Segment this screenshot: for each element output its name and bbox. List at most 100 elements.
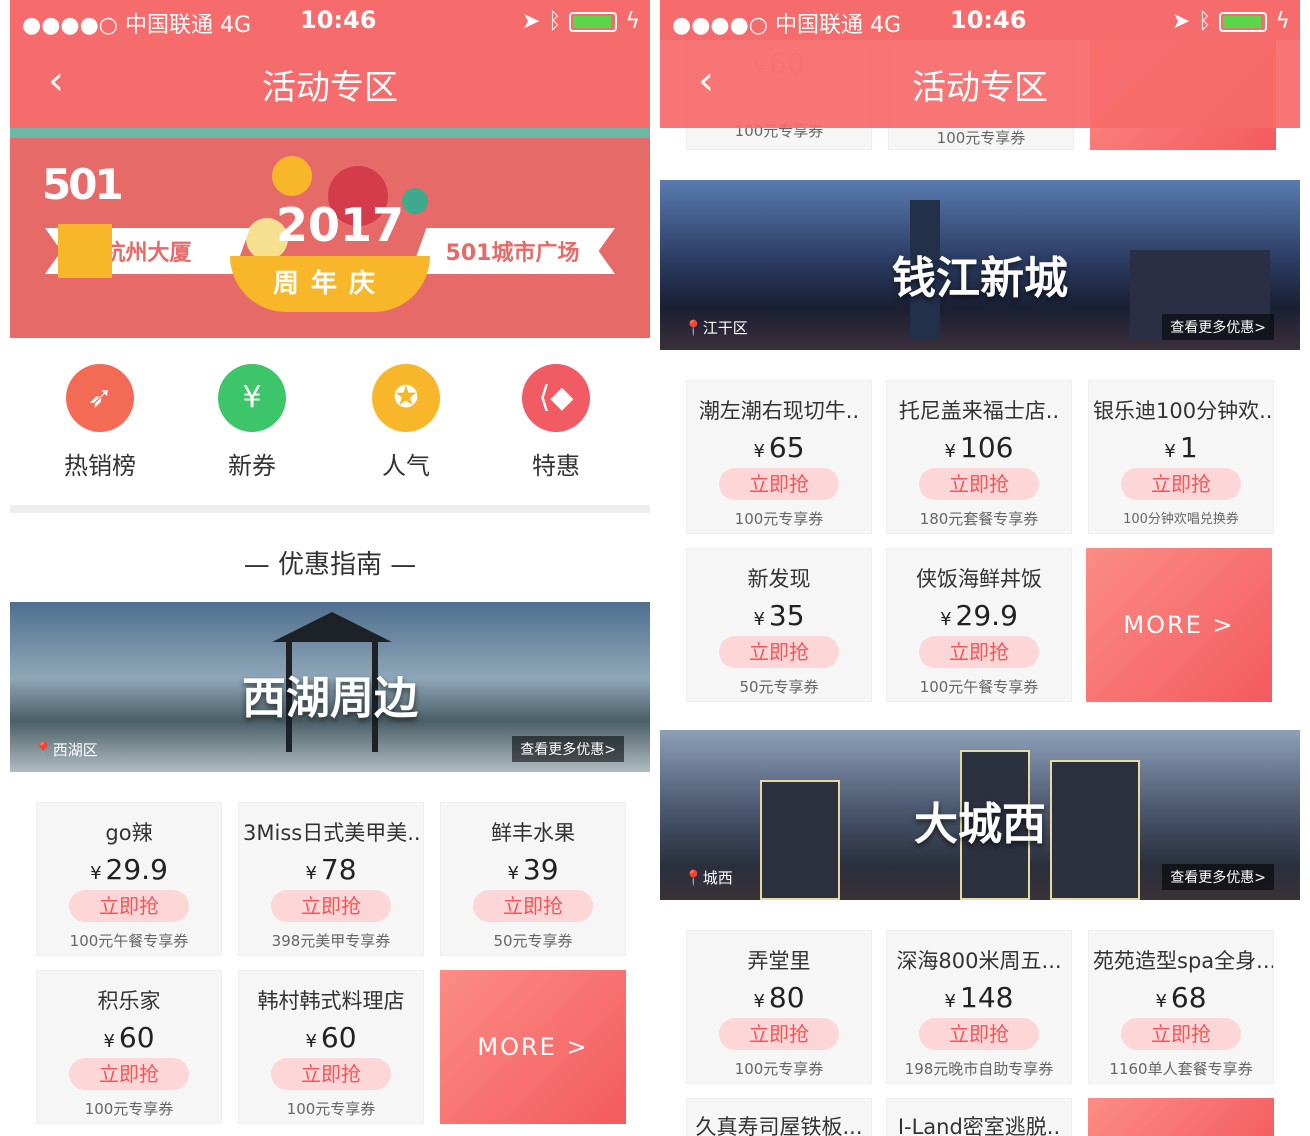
deal-desc: 100元午餐专享券 <box>919 678 1039 696</box>
more-deals-link[interactable]: 查看更多优惠> <box>1162 864 1274 890</box>
grab-button[interactable]: 立即抢 <box>473 890 593 922</box>
price-value: 65 <box>768 431 805 464</box>
grab-button[interactable]: 立即抢 <box>719 636 839 668</box>
deal-card[interactable]: I-Land密室逃脱.. <box>886 1098 1072 1136</box>
more-deals-link[interactable]: 查看更多优惠> <box>512 736 624 762</box>
anniversary-banner[interactable]: 501 杭州大厦 501城市广场 2017 周年庆 <box>10 138 650 338</box>
area-name: 钱江新城 <box>892 253 1068 304</box>
deal-price: ¥60 <box>37 1021 221 1054</box>
deal-price: ¥80 <box>687 981 871 1014</box>
deal-name: I-Land密室逃脱.. <box>897 1115 1061 1136</box>
grab-button[interactable]: 立即抢 <box>271 890 391 922</box>
carrier-text: ●●●●○ 中国联通 4G <box>22 13 252 38</box>
deal-name: 侠饭海鲜丼饭 <box>916 567 1042 591</box>
deal-desc: 50元专享券 <box>493 932 573 950</box>
category-popular[interactable]: ✪ 人气 <box>346 364 466 481</box>
more-button[interactable] <box>1088 1098 1274 1136</box>
deal-card[interactable]: 鲜丰水果 ¥39 立即抢 50元专享券 <box>440 802 626 956</box>
category-hot[interactable]: ➶ 热销榜 <box>40 364 160 481</box>
price-value: 78 <box>320 853 357 886</box>
deal-name: 深海800米周五... <box>896 949 1062 973</box>
grab-button[interactable]: 立即抢 <box>919 636 1039 668</box>
deal-price: ¥39 <box>441 853 625 886</box>
ribbon-right: 501城市广场 <box>410 228 615 274</box>
deal-price: ¥1 <box>1089 431 1273 464</box>
more-deals-link[interactable]: 查看更多优惠> <box>1162 314 1274 340</box>
deal-name: 苑苑造型spa全身... <box>1093 949 1273 973</box>
currency-symbol: ¥ <box>305 1031 317 1052</box>
deal-card[interactable]: 深海800米周五... ¥148 立即抢 198元晚市自助专享券 <box>886 930 1072 1084</box>
clock: 10:46 <box>300 6 377 34</box>
deal-card[interactable]: 弄堂里 ¥80 立即抢 100元专享券 <box>686 930 872 1084</box>
area-banner-westlake[interactable]: 西湖周边 📍西湖区 查看更多优惠> <box>10 602 650 772</box>
area-location: 📍江干区 <box>684 317 748 338</box>
grab-button[interactable]: 立即抢 <box>719 468 839 500</box>
deal-desc: 50元专享券 <box>739 678 819 696</box>
deal-card[interactable]: 韩村韩式料理店 ¥60 立即抢 100元专享券 <box>238 970 424 1124</box>
bluetooth-icon: ᛒ <box>548 9 562 34</box>
status-bar: ●●●●○ 中国联通 4G 10:46 ➤ ᛒ ϟ <box>10 0 650 40</box>
charging-icon: ϟ <box>1275 9 1290 34</box>
deal-price: ¥29.9 <box>887 599 1071 632</box>
area-banner-qianjiang[interactable]: 钱江新城 📍江干区 查看更多优惠> <box>660 180 1300 350</box>
price-value: 80 <box>768 981 805 1014</box>
more-button[interactable]: MORE > <box>440 970 626 1124</box>
nav-bar: ‹ 活动专区 <box>660 40 1300 128</box>
deal-card[interactable]: 潮左潮右现切牛.. ¥65 立即抢 100元专享券 <box>686 380 872 534</box>
location-icon: ➤ <box>1171 9 1191 34</box>
currency-symbol: ¥ <box>1164 441 1176 462</box>
deal-price: ¥35 <box>687 599 871 632</box>
carrier-text: ●●●●○ 中国联通 4G <box>672 13 902 38</box>
deal-card[interactable]: go辣 ¥29.9 立即抢 100元午餐专享券 <box>36 802 222 956</box>
more-button[interactable]: MORE > <box>1086 548 1272 702</box>
price-value: 148 <box>960 981 1014 1014</box>
deal-price: ¥29.9 <box>37 853 221 886</box>
price-value: 106 <box>960 431 1014 464</box>
grab-button[interactable]: 立即抢 <box>69 890 189 922</box>
deal-name: 久真寿司屋铁板... <box>695 1115 863 1136</box>
price-value: 60 <box>118 1021 155 1054</box>
deal-desc: 100元专享券 <box>734 1060 824 1078</box>
grab-button[interactable]: 立即抢 <box>1121 1018 1241 1050</box>
currency-symbol: ¥ <box>753 991 765 1012</box>
grab-button[interactable]: 立即抢 <box>1121 468 1241 500</box>
banner-anniversary: 周年庆 <box>230 256 430 312</box>
deal-card[interactable]: 侠饭海鲜丼饭 ¥29.9 立即抢 100元午餐专享券 <box>886 548 1072 702</box>
deal-name: 托尼盖来福士店.. <box>898 399 1060 423</box>
deal-card[interactable]: 积乐家 ¥60 立即抢 100元专享券 <box>36 970 222 1124</box>
deal-card[interactable]: 3Miss日式美甲美.. ¥78 立即抢 398元美甲专享券 <box>238 802 424 956</box>
grab-button[interactable]: 立即抢 <box>271 1058 391 1090</box>
deal-desc: 100元专享券 <box>286 1100 376 1118</box>
price-value: 29.9 <box>955 599 1018 632</box>
currency-symbol: ¥ <box>940 609 952 630</box>
currency-symbol: ¥ <box>1155 991 1167 1012</box>
grab-button[interactable]: 立即抢 <box>919 1018 1039 1050</box>
category-sale[interactable]: ⟨◆ 特惠 <box>496 364 616 481</box>
deal-price: ¥65 <box>687 431 871 464</box>
battery-icon <box>569 11 618 32</box>
deal-card[interactable]: 新发现 ¥35 立即抢 50元专享券 <box>686 548 872 702</box>
grab-button[interactable]: 立即抢 <box>919 468 1039 500</box>
deal-card[interactable]: 托尼盖来福士店.. ¥106 立即抢 180元套餐专享券 <box>886 380 1072 534</box>
location-icon: ➤ <box>521 9 541 34</box>
deal-price: ¥60 <box>239 1021 423 1054</box>
deal-card[interactable]: 苑苑造型spa全身... ¥68 立即抢 1160单人套餐专享券 <box>1088 930 1274 1084</box>
area-banner-chengxi[interactable]: 大城西 📍城西 查看更多优惠> <box>660 730 1300 900</box>
deal-desc: 100元专享券 <box>936 129 1026 147</box>
grab-button[interactable]: 立即抢 <box>719 1018 839 1050</box>
banner-year: 2017 <box>276 198 405 252</box>
currency-symbol: ¥ <box>753 441 765 462</box>
deal-name: 3Miss日式美甲美.. <box>243 821 421 845</box>
currency-symbol: ¥ <box>103 1031 115 1052</box>
screen-right: ¥60 100元专享券 100元专享券 ●●●●○ 中国联通 4G 10:46 … <box>660 0 1300 1136</box>
page-title: 活动专区 <box>262 68 398 108</box>
location-text: 西湖区 <box>52 741 98 759</box>
deal-card[interactable]: 久真寿司屋铁板... <box>686 1098 872 1136</box>
deal-price: ¥78 <box>239 853 423 886</box>
category-label: 新券 <box>228 452 276 480</box>
accent-line <box>10 128 650 138</box>
deal-card[interactable]: 银乐迪100分钟欢.. ¥1 立即抢 100分钟欢唱兑换券 <box>1088 380 1274 534</box>
grab-button[interactable]: 立即抢 <box>69 1058 189 1090</box>
pin-icon: 📍 <box>34 741 53 759</box>
category-new[interactable]: ¥ 新券 <box>192 364 312 481</box>
